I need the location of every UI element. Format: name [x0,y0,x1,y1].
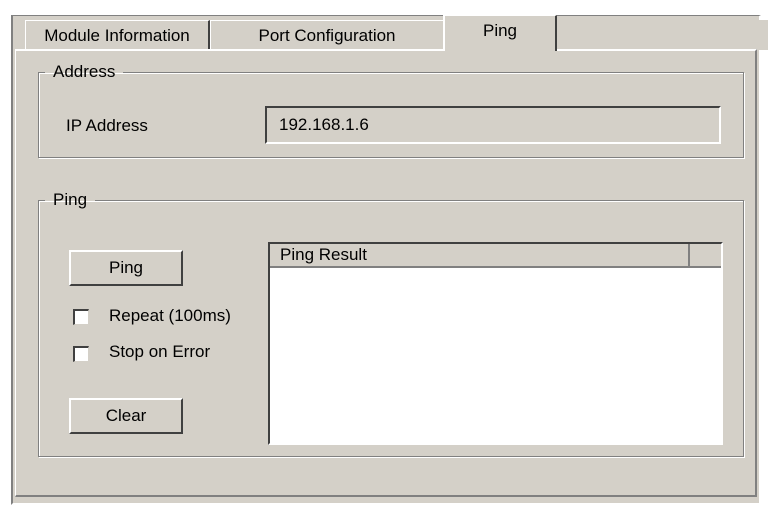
repeat-label: Repeat (100ms) [109,306,231,325]
repeat-checkbox[interactable] [73,309,89,325]
tab-port-configuration[interactable]: Port Configuration [210,20,445,50]
tab-panel-ping: Address IP Address Ping Ping Repeat (100… [15,49,757,497]
clear-button[interactable]: Clear [69,398,183,434]
ping-group-legend: Ping [53,190,88,209]
stop-on-error-checkbox[interactable] [73,346,89,362]
tab-module-information[interactable]: Module Information [25,20,210,50]
ping-result-column-header[interactable]: Ping Result [270,244,690,268]
ip-address-label: IP Address [66,116,148,135]
tab-ping[interactable]: Ping [443,15,557,51]
tab-port-configuration-label: Port Configuration [258,25,396,45]
ping-result-list[interactable]: Ping Result [268,242,723,445]
tab-strip-filler [557,20,768,50]
address-group-legend: Address [53,62,116,81]
stop-on-error-label: Stop on Error [109,342,211,361]
tab-module-information-label: Module Information [44,25,190,45]
tab-strip: Module Information Port Configuration Pi… [25,15,768,51]
ping-button[interactable]: Ping [69,250,183,286]
ping-result-header-filler [690,244,721,268]
tab-ping-label: Ping [482,21,518,40]
ip-address-field[interactable] [265,106,721,144]
